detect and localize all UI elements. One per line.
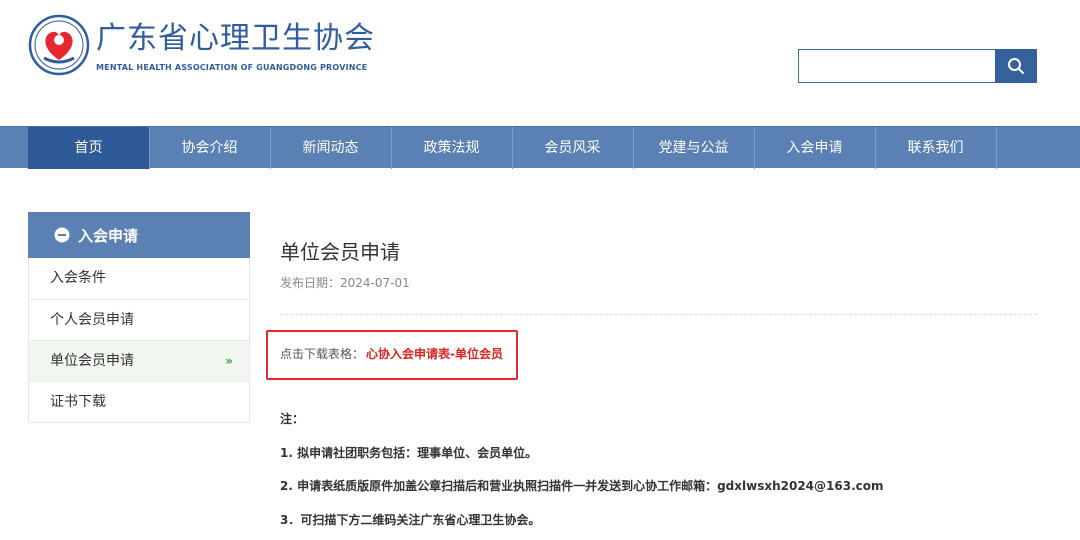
sidebar-item-label: 个人会员申请 bbox=[50, 312, 134, 328]
sidebar-menu: 入会条件 个人会员申请 单位会员申请 » 证书下载 bbox=[28, 258, 250, 423]
double-chevron-right-icon: » bbox=[225, 354, 233, 368]
main-nav: 首页 协会介绍 新闻动态 政策法规 会员风采 党建与公益 入会申请 联系我们 bbox=[0, 126, 1080, 169]
nav-item-news[interactable]: 新闻动态 bbox=[270, 127, 391, 169]
nav-item-contact[interactable]: 联系我们 bbox=[875, 127, 996, 169]
sidebar-item-label: 入会条件 bbox=[50, 270, 106, 286]
publish-date: 发布日期：2024-07-01 bbox=[280, 276, 410, 290]
nav-item-join[interactable]: 入会申请 bbox=[754, 127, 875, 169]
sidebar-item-individual[interactable]: 个人会员申请 bbox=[29, 299, 249, 340]
note-item: 3．可扫描下方二维码关注广东省心理卫生协会。 bbox=[280, 513, 541, 527]
minus-circle-icon bbox=[54, 227, 70, 243]
sidebar-header: 入会申请 bbox=[28, 212, 250, 258]
note-item: 1. 拟申请社团职务包括：理事单位、会员单位。 bbox=[280, 446, 538, 460]
sidebar-item-certificate[interactable]: 证书下载 bbox=[29, 381, 249, 422]
nav-divider bbox=[996, 127, 997, 169]
site-header: 广东省心理卫生协会 MENTAL HEALTH ASSOCIATION OF G… bbox=[0, 0, 1080, 126]
nav-item-about[interactable]: 协会介绍 bbox=[149, 127, 270, 169]
page-title: 单位会员申请 bbox=[280, 240, 400, 264]
sidebar-item-label: 证书下载 bbox=[50, 394, 106, 410]
search-icon bbox=[1008, 58, 1024, 74]
note-item: 2. 申请表纸质版原件加盖公章扫描后和营业执照扫描件一并发送到心协工作邮箱：gd… bbox=[280, 479, 884, 493]
download-label: 点击下载表格： bbox=[280, 347, 365, 361]
sidebar-item-organization[interactable]: 单位会员申请 » bbox=[29, 340, 249, 381]
association-logo-icon[interactable] bbox=[28, 14, 90, 76]
nav-item-home[interactable]: 首页 bbox=[28, 127, 149, 169]
sidebar-item-requirements[interactable]: 入会条件 bbox=[29, 258, 249, 299]
nav-item-members[interactable]: 会员风采 bbox=[512, 127, 633, 169]
site-title: 广东省心理卫生协会 bbox=[96, 21, 375, 56]
search-button[interactable] bbox=[995, 49, 1037, 83]
search-input[interactable] bbox=[798, 49, 996, 83]
nav-item-party[interactable]: 党建与公益 bbox=[633, 127, 754, 169]
sidebar-title: 入会申请 bbox=[78, 226, 139, 245]
site-subtitle: MENTAL HEALTH ASSOCIATION OF GUANGDONG P… bbox=[96, 63, 368, 72]
download-form-link[interactable]: 心协入会申请表-单位会员 bbox=[366, 345, 503, 362]
sidebar-item-label: 单位会员申请 bbox=[50, 353, 134, 369]
divider bbox=[280, 314, 1037, 315]
note-heading: 注： bbox=[280, 412, 305, 426]
nav-item-policy[interactable]: 政策法规 bbox=[391, 127, 512, 169]
